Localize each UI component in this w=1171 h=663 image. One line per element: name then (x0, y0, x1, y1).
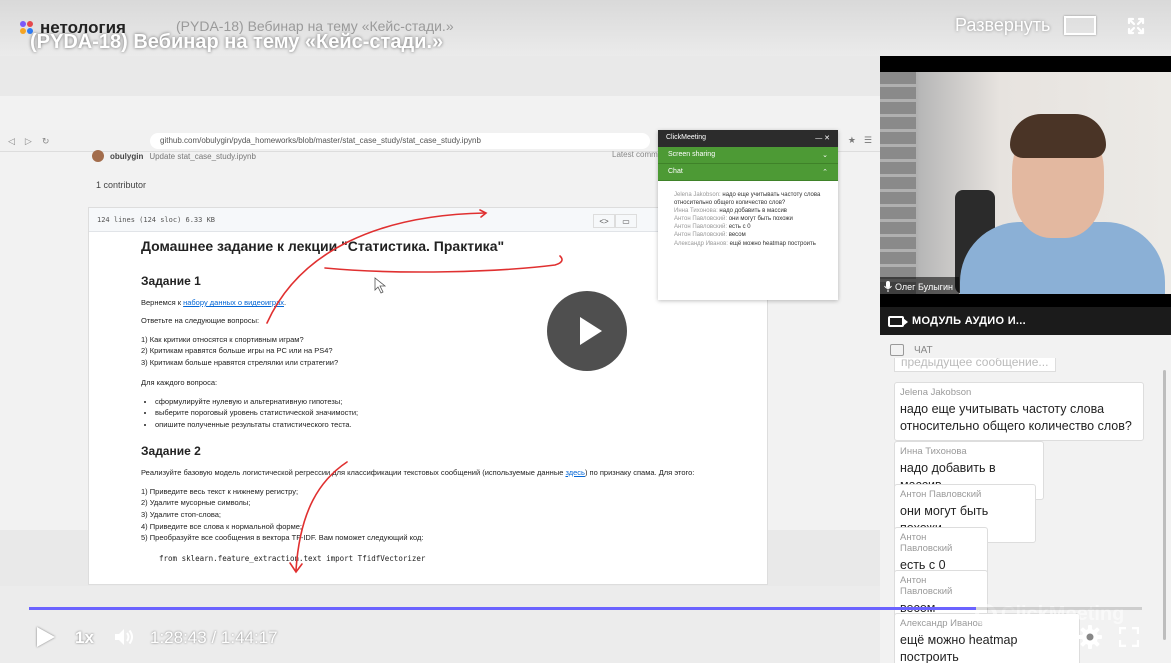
chat-header-label: ЧАТ (914, 344, 933, 356)
screen-sharing-row[interactable]: Screen sharing ⌄ (658, 147, 838, 164)
presenter-name: Олег Булыгин (895, 281, 953, 292)
time-display: 1:28:43 / 1:44:17 (150, 628, 278, 647)
camera-icon (888, 315, 908, 327)
expand-label: Развернуть (955, 15, 1051, 35)
chat-label: Chat (668, 168, 683, 175)
mouse-cursor-icon (374, 277, 387, 294)
widget-minimize-close-icons[interactable]: — ✕ (815, 134, 830, 143)
presenter-hair (1010, 114, 1106, 158)
widget-chat-log: Jelena Jakobson: надо еще учитывать част… (658, 181, 838, 258)
fullscreen-icon[interactable] (1119, 627, 1139, 647)
presenter-name-label: Олег Булыгин (880, 277, 959, 294)
chat-text: ещё можно heatmap построить (900, 633, 1018, 663)
chat-author: Антон Павловский (900, 532, 953, 554)
chat-author: Инна Тихонова (900, 446, 967, 457)
chat-message: Jelena Jakobson надо еще учитывать часто… (894, 382, 1144, 441)
volume-icon[interactable] (113, 627, 137, 647)
fullscreen-arrows-icon[interactable] (1126, 16, 1146, 36)
big-play-button[interactable] (547, 291, 627, 371)
annotation-strokes (266, 209, 563, 574)
chat-row[interactable]: Chat ⌃ (658, 164, 838, 181)
chevron-down-icon: ⌄ (822, 152, 828, 159)
widget-chat-message: Антон Павловский: весом (674, 232, 746, 239)
expand-button[interactable]: Развернуть (955, 15, 1097, 36)
chat-author: Антон Павловский (900, 575, 953, 597)
audio-module-tab[interactable]: МОДУЛЬ АУДИО И... (880, 307, 1171, 335)
audio-module-label: МОДУЛЬ АУДИО И... (912, 315, 1026, 327)
screen-sharing-label: Screen sharing (668, 151, 716, 158)
play-icon[interactable] (37, 627, 57, 647)
playback-speed-button[interactable]: 1x (75, 628, 94, 648)
widget-chat-message: Антон Павловский: есть с 0 (674, 224, 751, 231)
clickmeeting-brand: ClickMeeting (666, 134, 707, 141)
chat-author: Jelena Jakobson (900, 387, 972, 398)
clickmeeting-widget-header: ClickMeeting — ✕ (658, 130, 838, 147)
widget-chat-message: Инна Тихонова: надо добавить в массив (674, 208, 787, 215)
chat-scrollbar[interactable] (1163, 370, 1166, 640)
chat-author: Антон Павловский (900, 489, 982, 500)
microphone-icon (884, 281, 892, 292)
chat-icon (890, 344, 904, 356)
widget-chat-message: Jelena Jakobson: надо еще учитывать част… (674, 192, 821, 207)
chevron-up-icon: ⌃ (822, 169, 828, 176)
widget-chat-message: Антон Павловский: они могут быть похожи (674, 216, 793, 223)
controls-background (0, 586, 880, 663)
progress-fill[interactable] (29, 607, 977, 610)
expand-rect-icon (1064, 16, 1097, 35)
widget-chat-message: Александр Иванов: ещё можно heatmap пост… (674, 240, 816, 247)
chat-message-partial: предыдущее сообщение... (894, 358, 1056, 372)
settings-gear-icon[interactable] (1077, 624, 1103, 650)
clickmeeting-widget: ClickMeeting — ✕ Screen sharing ⌄ Chat ⌃… (658, 130, 838, 300)
chat-text: надо еще учитывать частоту слова относит… (900, 402, 1132, 433)
bookshelf (880, 72, 916, 294)
